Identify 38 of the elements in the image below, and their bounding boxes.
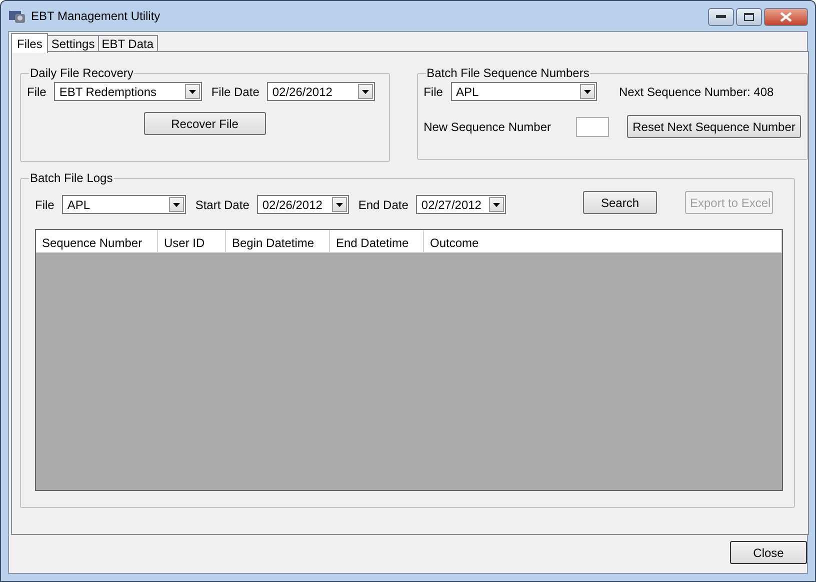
column-header[interactable]: Outcome <box>424 230 782 252</box>
maximize-icon <box>744 13 754 21</box>
column-header[interactable]: Begin Datetime <box>226 230 330 252</box>
close-button[interactable] <box>764 8 808 26</box>
close-icon <box>780 12 792 22</box>
date-picker[interactable]: 02/26/2012 <box>257 195 350 214</box>
field-label: New Sequence Number <box>424 120 551 134</box>
field-label: Start Date <box>195 198 250 212</box>
minimize-icon <box>716 15 726 19</box>
field-label: File <box>424 84 443 98</box>
tab[interactable]: Settings <box>47 35 99 52</box>
file-dropdown[interactable]: EBT Redemptions <box>54 82 202 101</box>
file-dropdown[interactable]: APL <box>450 82 597 101</box>
field-label: File <box>35 198 54 212</box>
group-title: Batch File Logs <box>29 171 114 185</box>
field-label: File <box>27 84 46 98</box>
recover-file-button[interactable]: Recover File <box>144 112 266 135</box>
reset-sequence-button[interactable]: Reset Next Sequence Number <box>627 115 801 138</box>
maximize-button[interactable] <box>736 8 762 26</box>
window-title: EBT Management Utility <box>31 9 160 23</box>
search-button[interactable]: Search <box>583 191 657 214</box>
minimize-button[interactable] <box>708 8 734 26</box>
column-header[interactable]: Sequence Number <box>36 230 158 252</box>
field-label: File Date <box>211 84 260 98</box>
tab[interactable]: EBT Data <box>98 35 158 52</box>
field-label: End Date <box>358 198 408 212</box>
app-icon <box>8 8 26 24</box>
date-picker[interactable]: 02/26/2012 <box>267 82 376 101</box>
tab[interactable]: Files <box>11 33 48 53</box>
column-header[interactable]: End Datetime <box>330 230 424 252</box>
sequence-number-input[interactable] <box>576 116 609 136</box>
column-header[interactable]: User ID <box>158 230 226 252</box>
date-picker[interactable]: 02/27/2012 <box>416 195 506 214</box>
next-sequence-text: Next Sequence Number: 408 <box>618 84 774 98</box>
file-dropdown[interactable]: APL <box>62 195 186 214</box>
group-title: Daily File Recovery <box>29 66 134 80</box>
group-title: Batch File Sequence Numbers <box>426 66 590 80</box>
close-dialog-button[interactable]: Close <box>730 541 807 564</box>
